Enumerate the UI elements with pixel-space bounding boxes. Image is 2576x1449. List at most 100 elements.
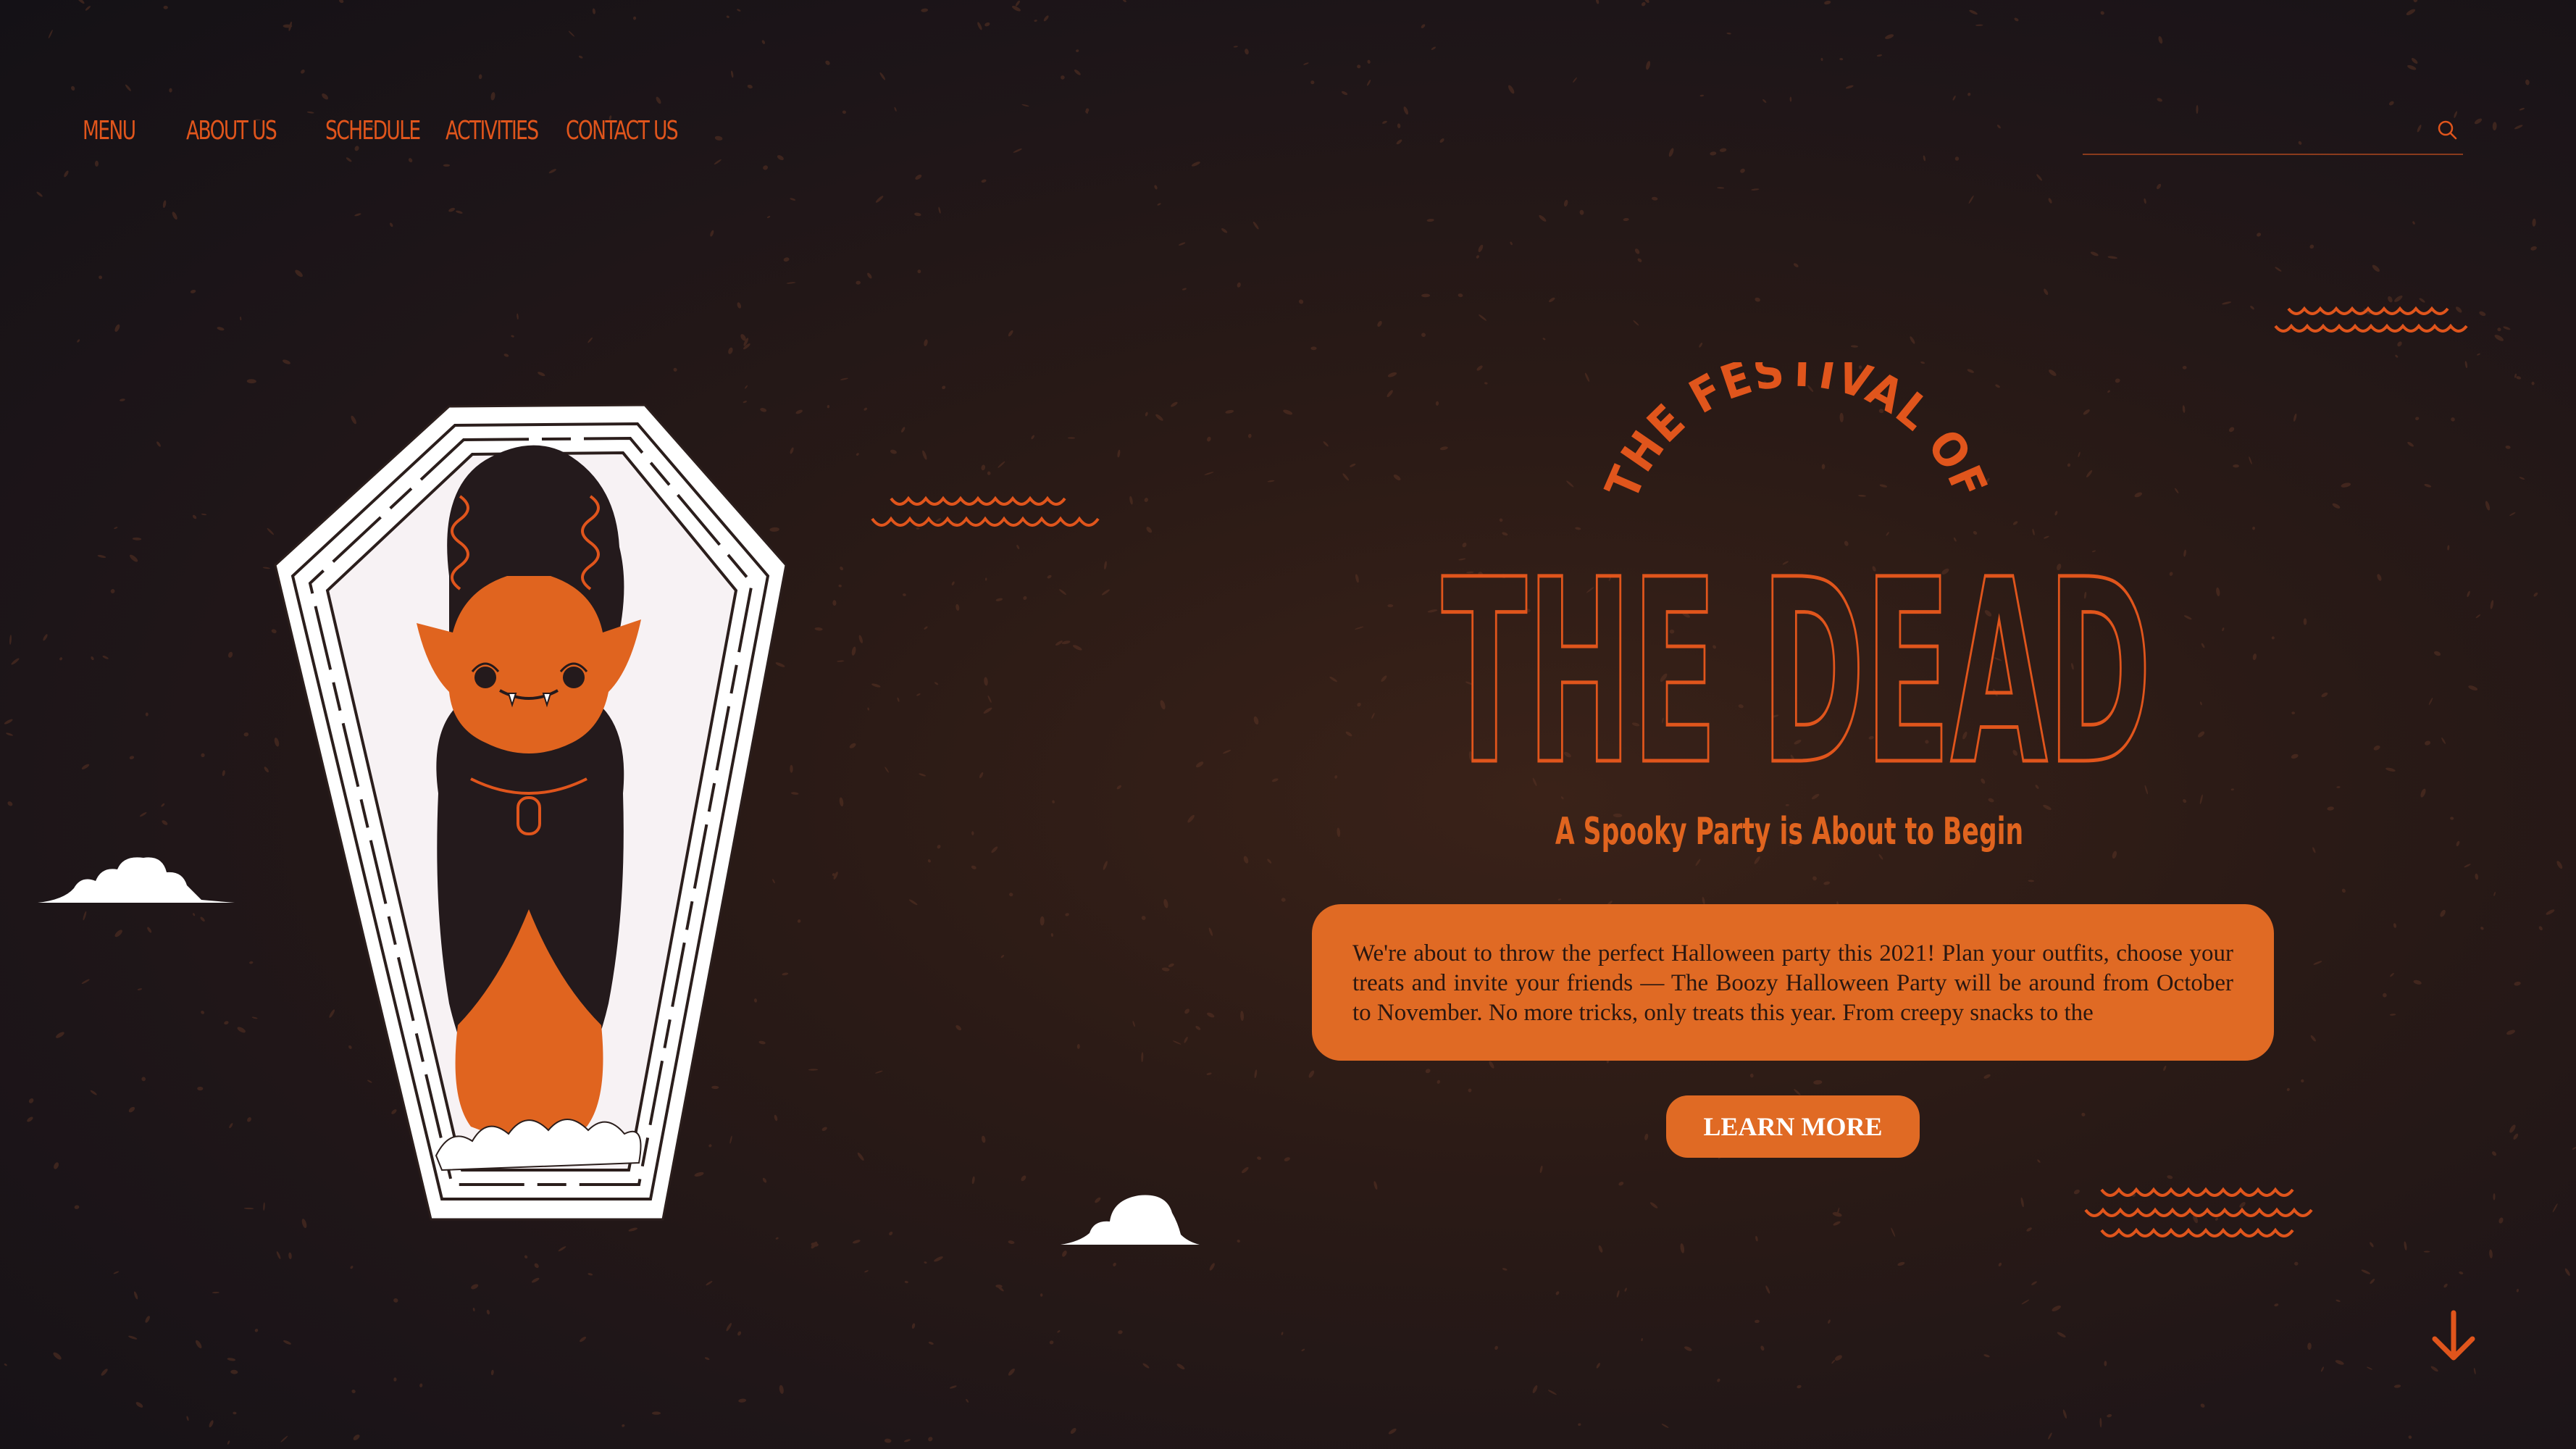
nav-item-menu[interactable]: Menu (83, 116, 136, 146)
speckle (2385, 767, 2396, 772)
hero-title: THE DEAD (1440, 536, 2154, 775)
speckle (1388, 1428, 1397, 1435)
speckle (1755, 1319, 1760, 1324)
speckle (2413, 0, 2418, 3)
speckle (1437, 1080, 1441, 1084)
speckle (283, 24, 293, 28)
speckle (2309, 244, 2314, 249)
speckle (2303, 618, 2307, 625)
speckle (301, 69, 305, 74)
speckle (2100, 11, 2104, 15)
speckle (632, 16, 637, 20)
speckle (1762, 99, 1767, 103)
speckle (217, 327, 225, 331)
speckle (186, 1416, 189, 1421)
speckle (1237, 282, 1241, 288)
speckle (1049, 1340, 1054, 1345)
speckle (2115, 378, 2120, 383)
nav-item-about-us[interactable]: About Us (186, 116, 277, 146)
speckle (161, 803, 165, 807)
speckle (389, 222, 393, 227)
speckle (737, 9, 741, 12)
speckle (1012, 5, 1021, 12)
scroll-down-arrow-icon[interactable] (2430, 1310, 2477, 1362)
speckle (1061, 640, 1071, 645)
speckle (1284, 1157, 1290, 1161)
speckle (2492, 122, 2497, 130)
speckle (971, 1176, 975, 1185)
nav-item-contact-us[interactable]: Contact Us (566, 116, 679, 146)
speckle (903, 593, 906, 596)
speckle (227, 1440, 230, 1445)
speckle (2413, 980, 2422, 985)
speckle (2514, 981, 2521, 986)
speckle (984, 677, 988, 686)
speckle (200, 916, 205, 922)
speckle (1549, 297, 1555, 303)
speckle (1207, 436, 1211, 442)
speckle (2514, 125, 2523, 130)
speckle (97, 554, 106, 559)
speckle (1831, 1359, 1836, 1364)
speckle (1382, 120, 1387, 124)
speckle (1579, 209, 1584, 215)
speckle (2361, 1269, 2371, 1274)
speckle (1668, 148, 1674, 157)
speckle (927, 859, 931, 863)
speckle (64, 170, 69, 178)
speckle (137, 988, 143, 990)
speckle (1129, 496, 1133, 505)
speckle (1891, 1227, 1896, 1237)
speckle (1387, 390, 1393, 398)
speckle (2491, 1151, 2497, 1156)
speckle (1508, 85, 1515, 94)
speckle (1253, 221, 1259, 230)
learn-more-button[interactable]: LEARN MORE (1666, 1095, 1920, 1158)
speckle (1425, 1069, 1431, 1074)
speckle (2327, 806, 2334, 811)
speckle (1323, 441, 1329, 447)
nav-item-activities[interactable]: Activities (446, 116, 539, 146)
search-icon[interactable] (2435, 119, 2459, 142)
speckle (938, 206, 941, 214)
speckle (1811, 793, 1820, 800)
wave-decoration (2084, 1187, 2313, 1237)
speckle (1085, 110, 1089, 114)
nav-item-schedule[interactable]: Schedule (325, 116, 421, 146)
speckle (1034, 20, 1037, 22)
speckle (2230, 788, 2234, 791)
speckle (1073, 645, 1082, 651)
speckle (1299, 299, 1304, 304)
speckle (578, 55, 583, 59)
speckle (1367, 59, 1371, 64)
speckle (984, 22, 990, 27)
speckle (1254, 1069, 1258, 1079)
speckle (1641, 1, 1646, 7)
speckle (2494, 335, 2504, 341)
speckle (1564, 199, 1568, 207)
speckle (2456, 840, 2460, 847)
speckle (1132, 1021, 1135, 1027)
speckle (1225, 409, 1234, 414)
speckle (1749, 1073, 1754, 1078)
speckle (1373, 1181, 1378, 1190)
speckle (1699, 94, 1705, 97)
speckle (2048, 198, 2052, 204)
speckle (842, 110, 846, 114)
search-input[interactable] (2083, 109, 2426, 152)
speckle (911, 1323, 916, 1329)
speckle (130, 554, 138, 562)
speckle (1578, 1423, 1581, 1427)
speckle (246, 379, 256, 384)
speckle (2440, 909, 2446, 917)
speckle (2370, 1242, 2374, 1248)
speckle (2451, 417, 2455, 422)
speckle (966, 1398, 969, 1403)
speckle (2475, 873, 2479, 880)
speckle (1542, 338, 1546, 341)
speckle (2028, 880, 2035, 882)
speckle (2546, 909, 2555, 915)
speckle (1910, 336, 1915, 344)
speckle (2441, 737, 2446, 744)
speckle (919, 773, 927, 777)
